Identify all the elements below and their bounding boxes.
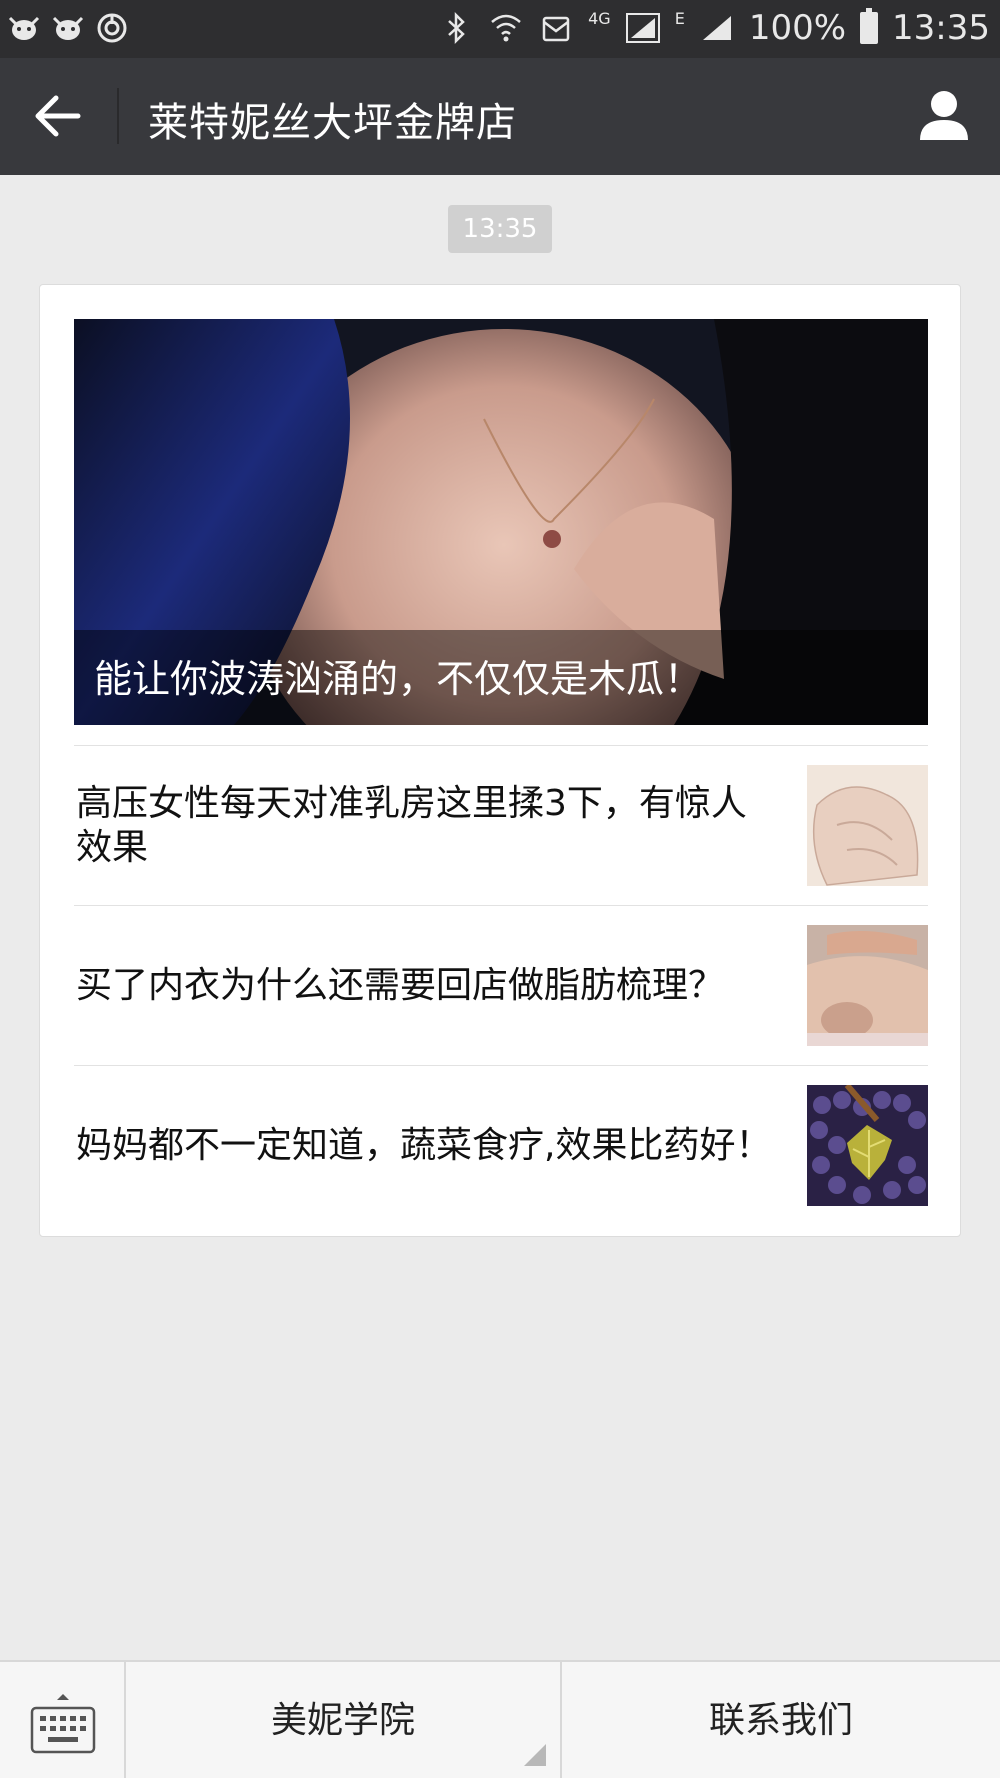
wifi-icon — [491, 14, 521, 42]
bluetooth-icon — [448, 11, 465, 45]
title-bar: 莱特妮丝大坪金牌店 — [0, 58, 1000, 175]
menu-item-academy[interactable]: 美妮学院 — [126, 1662, 562, 1778]
hero-caption: 能让你波涛汹涌的，不仅仅是木瓜！ — [94, 657, 703, 701]
cow-icon — [8, 16, 40, 40]
network-4g-label: 4G — [588, 8, 611, 28]
person-icon[interactable] — [916, 86, 972, 142]
list-item-title: 高压女性每天对准乳房这里揉3下，有惊人效果 — [76, 782, 747, 868]
list-item[interactable]: 买了内衣为什么还需要回店做脂肪梳理？ — [74, 905, 928, 1065]
signal-icon — [702, 16, 731, 40]
message-icon — [542, 16, 570, 42]
submenu-indicator-icon — [524, 1744, 546, 1766]
power-ring-icon — [97, 13, 127, 43]
keyboard-icon — [30, 1694, 96, 1754]
bottom-menu: 美妮学院 联系我们 — [0, 1660, 1000, 1778]
message-timestamp: 13:35 — [448, 205, 552, 253]
list-item-title: 买了内衣为什么还需要回店做脂肪梳理？ — [76, 964, 725, 1006]
list-item-title: 妈妈都不一定知道，蔬菜食疗,效果比药好！ — [76, 1124, 772, 1166]
title-divider — [117, 88, 119, 144]
signal-icon — [625, 13, 660, 43]
network-e-label: E — [674, 8, 685, 28]
cow-icon — [52, 16, 84, 40]
status-time: 13:35 — [892, 8, 990, 48]
battery-icon — [860, 8, 879, 44]
battery-percent: 100% — [748, 8, 847, 48]
thumbnail-image — [807, 765, 928, 886]
list-item[interactable]: 妈妈都不一定知道，蔬菜食疗,效果比药好！ — [74, 1065, 928, 1225]
arrow-left-icon[interactable] — [30, 90, 86, 142]
menu-item-contact[interactable]: 联系我们 — [562, 1662, 1000, 1778]
status-bar: 4G E 100% 13:35 — [0, 0, 1000, 58]
thumbnail-image — [807, 1085, 928, 1206]
page-title: 莱特妮丝大坪金牌店 — [148, 100, 517, 146]
article-card: 能让你波涛汹涌的，不仅仅是木瓜！ 高压女性每天对准乳房这里揉3下，有惊人效果 买… — [39, 284, 961, 1237]
list-item[interactable]: 高压女性每天对准乳房这里揉3下，有惊人效果 — [74, 745, 928, 905]
thumbnail-image — [807, 925, 928, 1046]
menu-item-label: 美妮学院 — [270, 1700, 415, 1741]
menu-item-label: 联系我们 — [708, 1700, 853, 1741]
keyboard-toggle[interactable] — [0, 1662, 126, 1778]
hero-article[interactable]: 能让你波涛汹涌的，不仅仅是木瓜！ — [74, 319, 928, 725]
